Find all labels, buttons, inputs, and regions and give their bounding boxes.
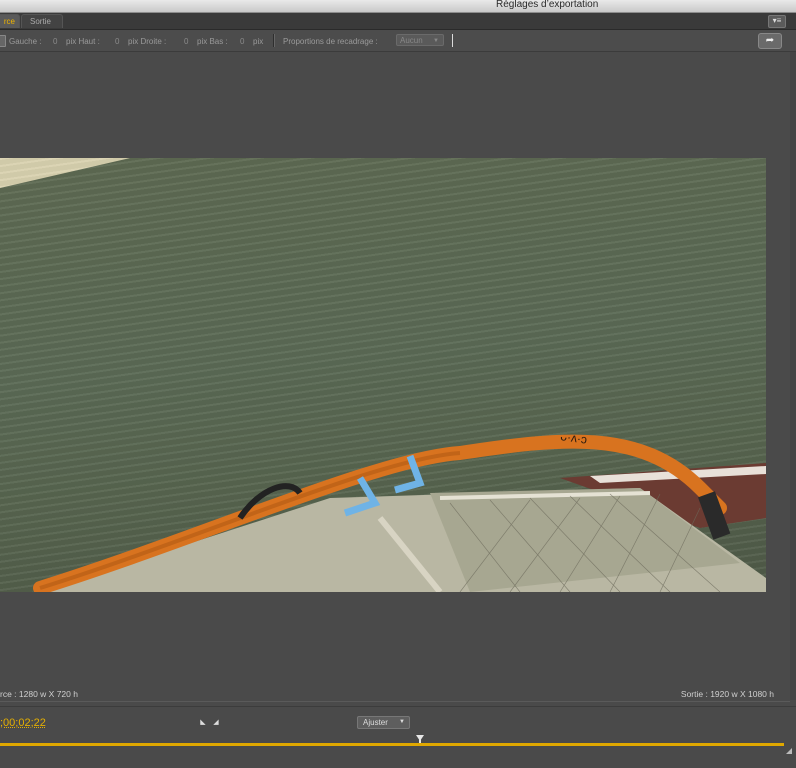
crop-right-value[interactable]: 0 bbox=[184, 37, 188, 46]
tab-source-label: rce bbox=[3, 17, 15, 26]
crop-left-value[interactable]: 0 bbox=[53, 37, 57, 46]
current-timecode[interactable]: ;00;02;22 bbox=[0, 717, 46, 729]
source-dimensions: rce : 1280 w X 720 h bbox=[0, 689, 78, 699]
tab-source[interactable]: rce bbox=[0, 14, 20, 28]
chevron-down-icon: ▼ bbox=[433, 38, 439, 44]
crop-bottom-value[interactable]: 0 bbox=[240, 37, 244, 46]
timeline-range-bar[interactable] bbox=[0, 743, 784, 746]
crop-left-label: Gauche : bbox=[9, 37, 42, 46]
panel-divider bbox=[0, 701, 790, 702]
crop-top-label: pix Haut : bbox=[66, 37, 100, 46]
window-title: Réglages d’exportation bbox=[496, 0, 599, 10]
mark-out-button[interactable]: ◢ bbox=[211, 718, 221, 728]
crop-ratio-value: Aucun bbox=[400, 36, 423, 45]
zoom-level-value: Ajuster bbox=[363, 718, 388, 727]
curved-arrow-icon: ➦ bbox=[765, 35, 775, 46]
crop-right-label: pix Droite : bbox=[128, 37, 167, 46]
crop-toolbar: Gauche : 0 pix Haut : 0 pix Droite : 0 p… bbox=[0, 30, 796, 52]
tabs-row: rce Sortie ▾≡ bbox=[0, 13, 796, 30]
crop-bottom-unit: pix bbox=[253, 37, 264, 46]
windsurf-sail-image: ᴗ·ᴧ·ɔ bbox=[33, 429, 766, 592]
mark-in-button[interactable]: ◣ bbox=[198, 718, 208, 728]
toolbar-separator bbox=[273, 34, 275, 47]
crop-ratio-label: Proportions de recadrage : bbox=[283, 37, 378, 46]
chevron-down-icon: ▼ bbox=[399, 719, 405, 725]
tab-output[interactable]: Sortie bbox=[21, 14, 63, 28]
tab-output-label: Sortie bbox=[30, 17, 51, 26]
zoom-level-dropdown[interactable]: Ajuster ▼ bbox=[357, 716, 410, 729]
vertical-scrollbar[interactable] bbox=[790, 52, 796, 700]
crop-tool-icon[interactable] bbox=[0, 35, 6, 47]
playhead-stem bbox=[419, 737, 421, 743]
video-preview[interactable]: ᴗ·ᴧ·ɔ bbox=[0, 158, 766, 592]
output-dimensions: Sortie : 1920 w X 1080 h bbox=[680, 689, 774, 699]
crop-top-value[interactable]: 0 bbox=[115, 37, 119, 46]
panel-menu-icon[interactable]: ▾≡ bbox=[768, 15, 786, 28]
export-arrow-button[interactable]: ➦ bbox=[758, 33, 782, 49]
window-title-bar: Réglages d’exportation bbox=[0, 0, 796, 13]
resize-grip-icon[interactable] bbox=[786, 748, 792, 754]
crop-bottom-label: pix Bas : bbox=[197, 37, 228, 46]
panel-divider-shadow bbox=[0, 706, 796, 707]
crop-ratio-dropdown[interactable]: Aucun ▼ bbox=[396, 34, 444, 46]
text-cursor bbox=[452, 34, 453, 47]
